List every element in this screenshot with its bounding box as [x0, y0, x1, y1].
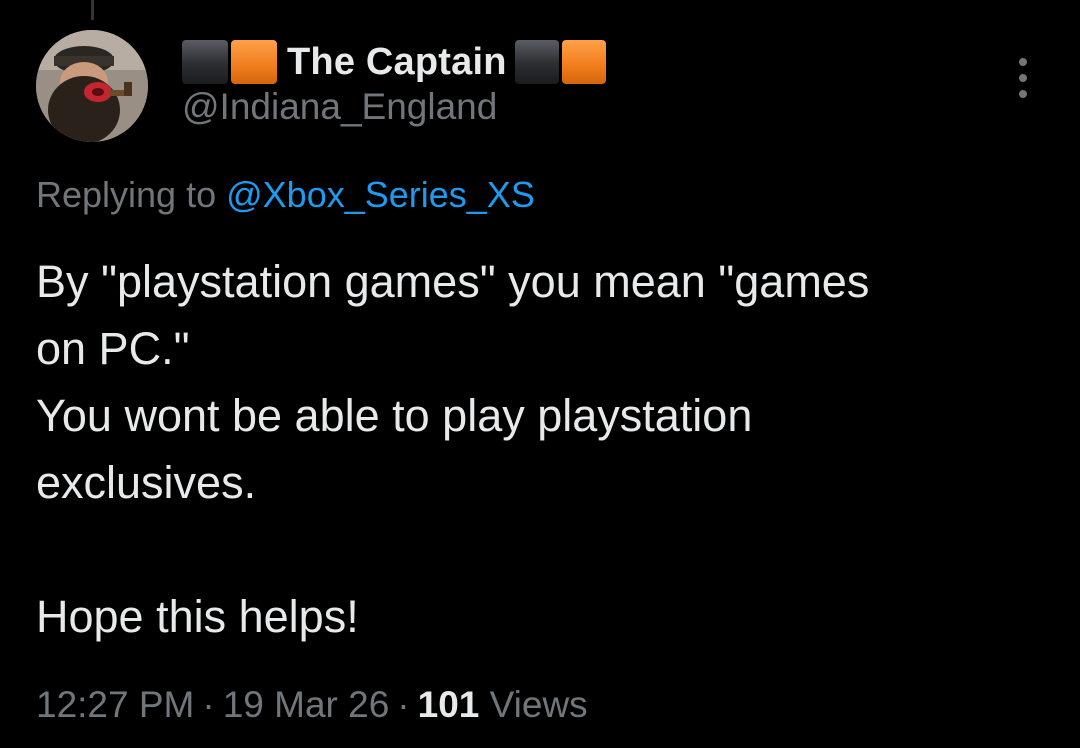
- tweet-date[interactable]: 19 Mar 26: [223, 684, 390, 725]
- meta-separator: ·: [397, 684, 410, 725]
- tweet-text-line: exclusives.: [36, 457, 257, 508]
- author-handle[interactable]: @Indiana_England: [182, 86, 606, 128]
- views-count[interactable]: 101: [418, 684, 480, 725]
- tweet-text: By "playstation games" you mean "games o…: [36, 248, 1046, 650]
- tweet-meta: 12:27 PM · 19 Mar 26 · 101 Views: [36, 684, 588, 726]
- avatar-photo: [36, 30, 148, 142]
- author-display-name[interactable]: The Captain: [287, 41, 507, 84]
- tweet-text-line: Hope this helps!: [36, 591, 359, 642]
- tweet-header: The Captain @Indiana_England: [182, 38, 606, 128]
- reply-mention-link[interactable]: @Xbox_Series_XS: [226, 174, 535, 215]
- dark-orange-squares-icon: [182, 40, 277, 84]
- dark-orange-squares-icon: [514, 40, 606, 84]
- avatar[interactable]: [36, 30, 148, 142]
- tweet-text-line: on PC.": [36, 323, 190, 374]
- author-name-row[interactable]: The Captain: [182, 38, 606, 86]
- tweet-text-line: You wont be able to play playstation: [36, 390, 753, 441]
- more-options-icon[interactable]: [1012, 58, 1034, 98]
- thread-connector-line: [91, 0, 94, 20]
- meta-separator: ·: [202, 684, 215, 725]
- replying-to-label: Replying to: [36, 174, 217, 215]
- views-label: Views: [489, 684, 588, 725]
- tweet-time[interactable]: 12:27 PM: [36, 684, 194, 725]
- tweet-text-line: By "playstation games" you mean "games: [36, 256, 870, 307]
- replying-to-line: Replying to @Xbox_Series_XS: [36, 174, 535, 216]
